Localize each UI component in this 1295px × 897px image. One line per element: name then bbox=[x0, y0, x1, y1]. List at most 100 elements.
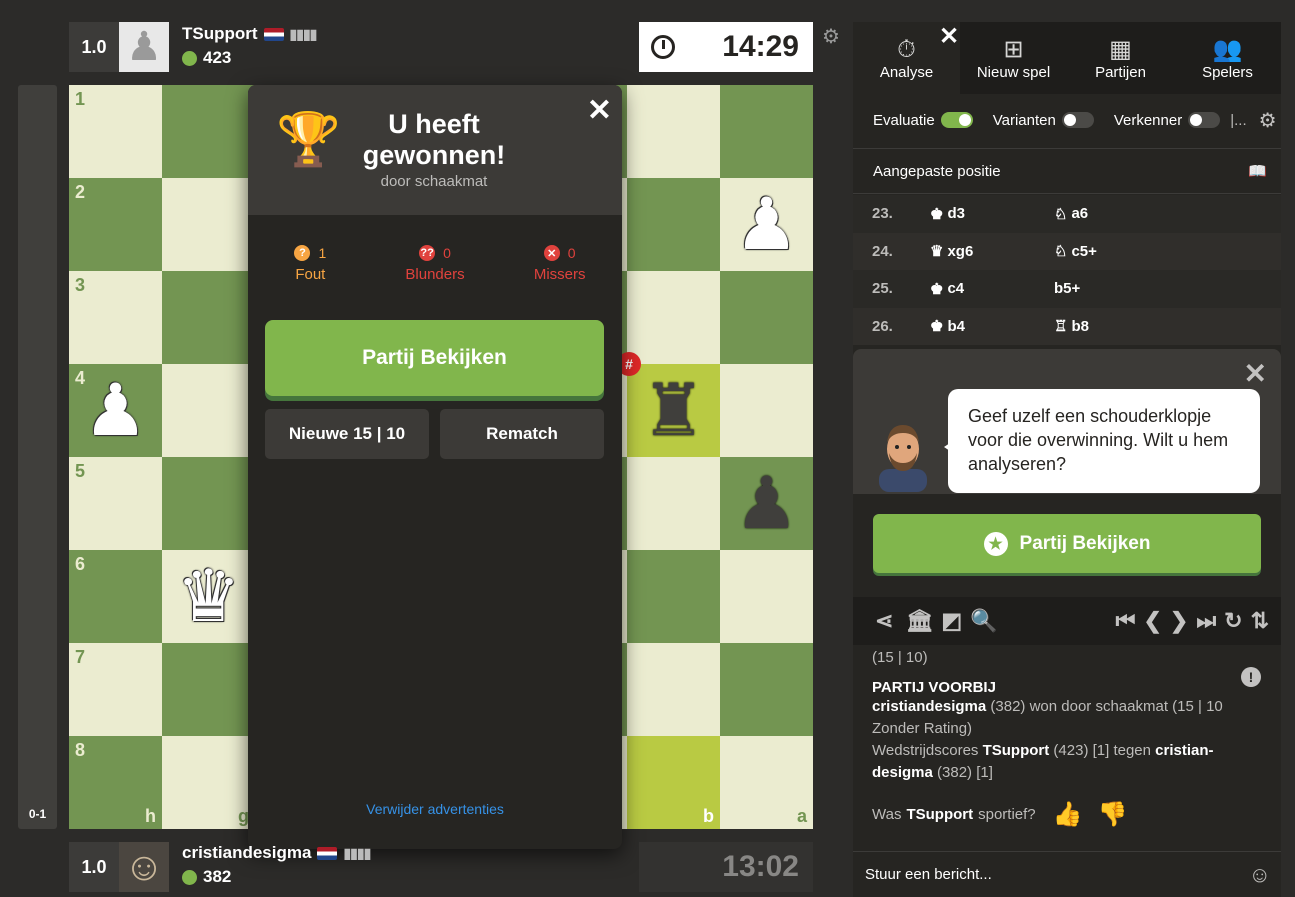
analysis-search-icon[interactable]: 🔍 bbox=[970, 608, 997, 634]
square[interactable]: 6 bbox=[69, 550, 162, 643]
white-move[interactable]: ♚ d3 bbox=[930, 205, 1054, 223]
square[interactable] bbox=[627, 643, 720, 736]
black-move[interactable]: ♘ a6 bbox=[1054, 205, 1178, 223]
close-icon[interactable]: ✕ bbox=[1244, 357, 1267, 390]
toggle-variations[interactable]: Varianten bbox=[993, 112, 1094, 129]
white-move[interactable]: ♚ b4 bbox=[930, 317, 1054, 336]
game-review-button[interactable]: Partij Bekijken bbox=[265, 320, 604, 396]
next-move-icon[interactable]: ❯ bbox=[1170, 608, 1188, 634]
white-queen-piece[interactable]: ♛ bbox=[162, 550, 255, 643]
square-highlighted[interactable]: b bbox=[627, 736, 720, 829]
toggle-evaluation[interactable]: Evaluatie bbox=[873, 112, 973, 129]
white-pawn-piece[interactable]: ♟ bbox=[720, 178, 813, 271]
toggle-switch[interactable] bbox=[940, 112, 973, 128]
square[interactable] bbox=[720, 271, 813, 364]
square[interactable] bbox=[627, 85, 720, 178]
remove-ads-link[interactable]: Verwijder advertenties bbox=[248, 801, 622, 817]
move-text: a6 bbox=[1071, 205, 1089, 223]
black-rook-piece[interactable]: ♜ bbox=[627, 364, 720, 457]
toggle-switch[interactable] bbox=[1188, 112, 1221, 128]
position-row: Aangepaste positie 📖 bbox=[853, 148, 1281, 194]
coach-review-button[interactable]: ★ Partij Bekijken bbox=[873, 514, 1261, 573]
square[interactable]: ♛ bbox=[162, 550, 255, 643]
close-icon[interactable]: ✕ bbox=[587, 93, 612, 128]
thumbs-up-icon[interactable]: 👍 bbox=[1053, 800, 1083, 829]
analysis-settings-gear-icon[interactable]: ⚙ bbox=[1259, 108, 1277, 133]
rank-label: 3 bbox=[75, 275, 86, 295]
refresh-icon[interactable]: ↻ bbox=[1224, 608, 1242, 634]
square[interactable] bbox=[720, 364, 813, 457]
game-over-modal: 🏆 U heeft gewonnen! door schaakmat ✕ ? 1 … bbox=[248, 85, 622, 849]
square[interactable] bbox=[162, 364, 255, 457]
white-move[interactable]: ♚ c4 bbox=[930, 280, 1054, 298]
tab-games[interactable]: ▦ Partijen bbox=[1067, 22, 1174, 94]
square[interactable]: 5 bbox=[69, 457, 162, 550]
top-player-name[interactable]: TSupport bbox=[182, 24, 258, 44]
square[interactable] bbox=[162, 178, 255, 271]
black-move[interactable]: b5+ bbox=[1054, 280, 1178, 297]
square[interactable] bbox=[720, 550, 813, 643]
tab-new-game[interactable]: ⊞ Nieuw spel bbox=[960, 22, 1067, 94]
square[interactable] bbox=[162, 85, 255, 178]
netherlands-flag-icon bbox=[317, 846, 338, 860]
square[interactable] bbox=[627, 178, 720, 271]
square-h1[interactable]: 1 bbox=[69, 85, 162, 178]
square[interactable]: ♟ bbox=[720, 178, 813, 271]
square[interactable] bbox=[627, 271, 720, 364]
rematch-button[interactable]: Rematch bbox=[440, 409, 604, 459]
white-move[interactable]: ♛ xg6 bbox=[930, 242, 1054, 261]
black-move[interactable]: ♖ b8 bbox=[1054, 317, 1178, 336]
board-settings-gear-icon[interactable]: ⚙ bbox=[822, 24, 840, 49]
thumbs-down-icon[interactable]: 👎 bbox=[1098, 800, 1128, 829]
square[interactable]: 2 bbox=[69, 178, 162, 271]
move-text: c5+ bbox=[1071, 242, 1097, 260]
flip-board-icon[interactable]: ⇅ bbox=[1251, 608, 1269, 634]
square[interactable]: g bbox=[162, 736, 255, 829]
tab-analysis[interactable]: ⏱ Analyse ✕ bbox=[853, 22, 960, 94]
bottom-player-clock: 13:02 bbox=[639, 842, 813, 892]
previous-move-icon[interactable]: ❮ bbox=[1143, 608, 1161, 634]
square[interactable]: 4 ♟ bbox=[69, 364, 162, 457]
library-icon[interactable]: 🏛 bbox=[905, 608, 933, 634]
share-icon[interactable]: ⋖ bbox=[875, 608, 893, 634]
new-game-button[interactable]: Nieuwe 15 | 10 bbox=[265, 409, 429, 459]
move-row: 26. ♚ b4 ♖ b8 bbox=[853, 307, 1281, 345]
square[interactable] bbox=[162, 271, 255, 364]
alert-icon[interactable]: ! bbox=[1241, 667, 1261, 687]
square[interactable] bbox=[627, 550, 720, 643]
toggle-label: Verkenner bbox=[1113, 111, 1183, 129]
top-player-name-row: TSupport ▮▮▮▮ bbox=[182, 24, 317, 44]
winner-name[interactable]: cristiandesigma bbox=[872, 698, 986, 715]
position-label: Aangepaste positie bbox=[873, 162, 1001, 180]
bottom-player-avatar[interactable]: ☺ bbox=[119, 842, 169, 892]
square[interactable] bbox=[720, 85, 813, 178]
square-highlighted[interactable]: # ♜ bbox=[617, 352, 720, 457]
chat-input[interactable]: Stuur een bericht... bbox=[865, 866, 992, 883]
black-pawn-piece[interactable]: ♟ bbox=[720, 457, 813, 550]
top-player-avatar[interactable]: ♟ bbox=[119, 22, 169, 72]
square[interactable]: 3 bbox=[69, 271, 162, 364]
close-icon[interactable]: ✕ bbox=[939, 22, 959, 51]
first-move-icon[interactable]: ⏮ bbox=[1116, 608, 1136, 634]
square[interactable]: 7 bbox=[69, 643, 162, 736]
square[interactable] bbox=[162, 643, 255, 736]
white-pawn-piece[interactable]: ♟ bbox=[69, 364, 162, 457]
score-player1[interactable]: TSupport bbox=[983, 742, 1050, 759]
square[interactable]: ♟ bbox=[720, 457, 813, 550]
square[interactable] bbox=[162, 457, 255, 550]
last-move-icon[interactable]: ⏭ bbox=[1196, 608, 1216, 634]
winner-rating: (382) bbox=[990, 698, 1026, 715]
square[interactable] bbox=[627, 457, 720, 550]
tab-players[interactable]: 👥 Spelers bbox=[1174, 22, 1281, 94]
book-icon[interactable]: 📖 bbox=[1248, 162, 1267, 180]
square[interactable]: a bbox=[720, 736, 813, 829]
black-move[interactable]: ♘ c5+ bbox=[1054, 242, 1178, 261]
sport-player[interactable]: TSupport bbox=[906, 806, 973, 823]
toggle-explorer[interactable]: Verkenner bbox=[1113, 111, 1221, 129]
square[interactable]: 8h bbox=[69, 736, 162, 829]
board-editor-icon[interactable]: ◩ bbox=[941, 608, 962, 634]
toggle-switch[interactable] bbox=[1061, 112, 1094, 128]
square[interactable] bbox=[720, 643, 813, 736]
emoji-icon[interactable]: ☺ bbox=[1249, 862, 1271, 888]
bottom-player-name[interactable]: cristiandesigma bbox=[182, 843, 311, 863]
